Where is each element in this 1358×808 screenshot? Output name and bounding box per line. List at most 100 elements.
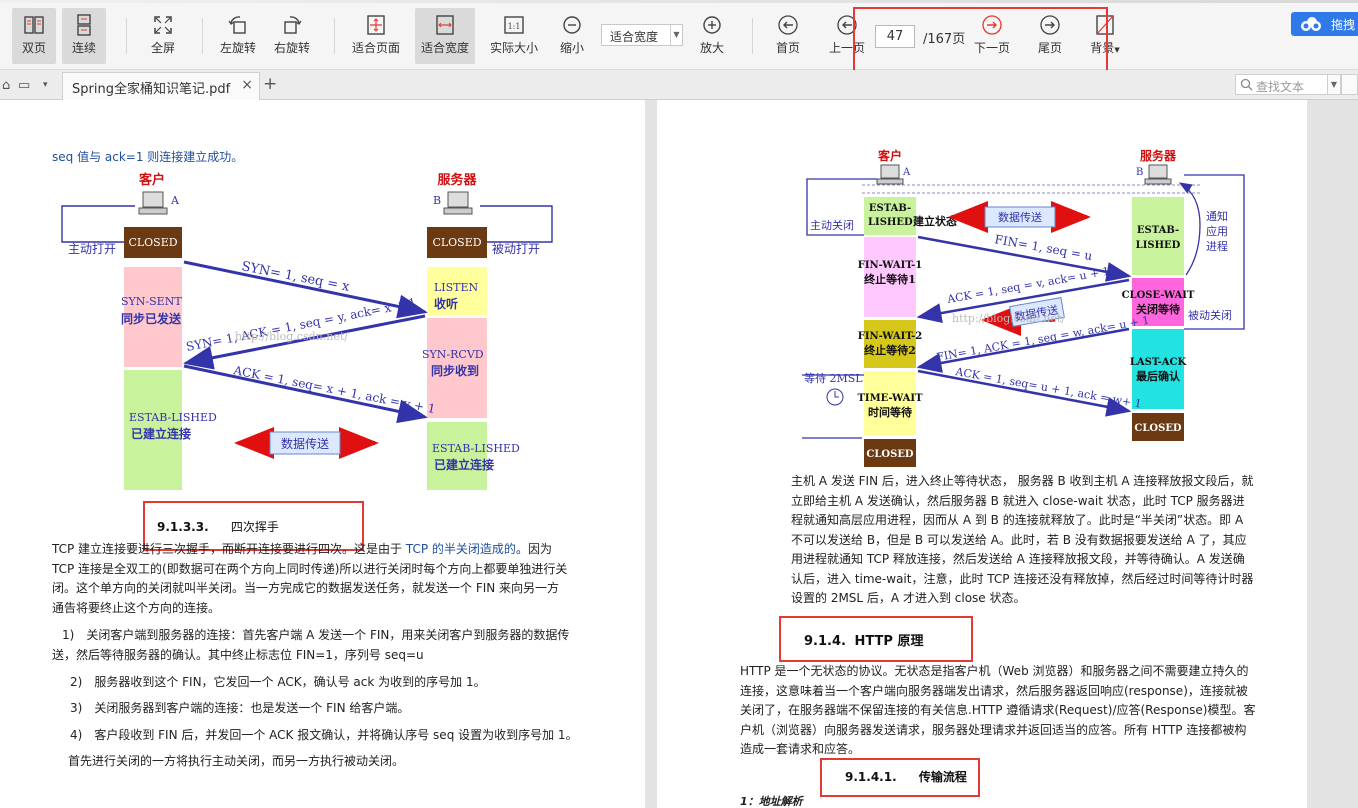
zoom-out-icon — [563, 16, 581, 34]
tab-document-title: Spring全家桶知识笔记.pdf — [72, 82, 231, 97]
continuous-button[interactable]: 连续 — [62, 8, 106, 64]
zoom-out-button[interactable]: 缩小 — [552, 8, 592, 64]
section-title: 四次挥手 — [230, 520, 279, 534]
tab-document[interactable]: Spring全家桶知识笔记.pdf × — [62, 72, 260, 100]
prev-page-icon — [837, 15, 857, 35]
listen-label: LISTEN — [434, 281, 479, 294]
print-icon[interactable]: ▭ — [18, 78, 30, 93]
fit-page-label: 适合页面 — [351, 41, 400, 55]
toolbar-separator — [202, 18, 203, 54]
zoom-in-button[interactable]: 放大 — [692, 8, 732, 64]
continuous-icon — [77, 14, 91, 36]
background-button[interactable]: 背景▼ — [1084, 8, 1126, 64]
cloud-button-label: 拖拽 — [1331, 18, 1356, 32]
list-item: 2) 服务器收到这个 FIN，它发回一个 ACK，确认号 ack 为收到的序号加… — [70, 675, 486, 689]
active-close-label: 主动关闭 — [810, 218, 854, 232]
tcp-teardown-diagram: 客户 服务器 A B ESTAB- LISHED 建立状态 FIN-WAIT-1… — [802, 148, 1245, 467]
page-number-input[interactable]: 47 — [875, 25, 915, 48]
section-heading: 9.1.4. HTTP 原理 — [804, 630, 923, 649]
syn-sent-label: SYN-SENT — [121, 295, 182, 308]
fin-wait-2-cn-label: 终止等待2 — [864, 343, 916, 357]
zoom-select[interactable]: 适合宽度 ▼ — [601, 24, 683, 46]
prev-page-button[interactable]: 上一页 — [824, 8, 870, 64]
cloud-icon — [1301, 17, 1321, 31]
double-page-button[interactable]: 双页 — [12, 8, 56, 64]
section-heading: 9.1.4.1. 传输流程 — [845, 768, 967, 785]
search-input[interactable]: 查找文本 — [1235, 74, 1335, 95]
ack-message-label: ACK = 1, seq= x + 1, ack = y + 1 — [231, 363, 436, 416]
computer-icon — [876, 164, 904, 185]
established-label: ESTAB- — [1137, 225, 1179, 236]
actual-size-icon: 1:1 — [504, 16, 524, 34]
established-label: ESTAB-LISHED — [432, 442, 520, 455]
syn-sent-cn-label: 同步已发送 — [121, 311, 182, 326]
notify-app-label: 通知 — [1206, 209, 1228, 223]
search-placeholder: 查找文本 — [1256, 80, 1305, 94]
wait-2msl-label: 等待 2MSL — [804, 371, 863, 385]
quick-menu-icon[interactable]: ▾ — [43, 80, 48, 90]
paragraph-link[interactable]: TCP 的半关闭造成的 — [406, 542, 516, 556]
time-wait-label: TIME-WAIT — [857, 393, 923, 404]
fit-page-icon — [367, 15, 385, 35]
clock-icon — [826, 388, 844, 406]
background-label: 背景▼ — [1084, 39, 1126, 56]
page-text-line: 首先进行关闭的一方将执行主动关闭，而另一方执行被动关闭。 — [68, 754, 405, 768]
actual-size-label: 实际大小 — [489, 41, 538, 55]
toolbar-separator — [334, 18, 335, 54]
paragraph: TCP 建立连接要进行三次握手，而断开连接要进行四次。这是由于 TCP 的半关闭… — [52, 540, 570, 618]
fin-wait-1-label: FIN-WAIT-1 — [858, 260, 922, 271]
zoom-select-value: 适合宽度 — [610, 30, 659, 44]
fit-width-button[interactable]: 适合宽度 — [415, 8, 475, 64]
search-options-icon[interactable]: ▼ — [1327, 74, 1341, 95]
fullscreen-icon — [154, 16, 172, 34]
host-b-label: B — [1136, 167, 1143, 178]
main-toolbar: 双页 连续 全屏 左旋转 右旋转 适合页面 适合宽度 1:1 实际大小 缩小 适… — [0, 0, 1358, 78]
rotate-right-label: 右旋转 — [273, 41, 310, 55]
rotate-right-icon — [284, 16, 302, 34]
chevron-down-icon[interactable]: ▼ — [670, 25, 682, 45]
host-b-label: B — [433, 194, 441, 207]
closed-state-label: CLOSED — [128, 236, 177, 249]
pdf-reader-window: 双页 连续 全屏 左旋转 右旋转 适合页面 适合宽度 1:1 实际大小 缩小 适… — [0, 0, 1358, 808]
last-ack-message-label: ACK = 1, seq= u + 1, ack = w+ 1 — [953, 365, 1142, 411]
first-page-button[interactable]: 首页 — [768, 8, 808, 64]
closed-state-label: CLOSED — [432, 236, 481, 249]
close-icon[interactable]: × — [241, 77, 253, 93]
time-wait-cn-label: 时间等待 — [868, 405, 912, 419]
ack-arrow — [183, 364, 428, 424]
syn-rcvd-cn-label: 同步收到 — [431, 363, 479, 378]
listen-cn-label: 收听 — [434, 296, 458, 311]
last-page-button[interactable]: 尾页 — [1030, 8, 1070, 64]
search-go-button[interactable] — [1341, 74, 1358, 95]
zoom-out-label: 缩小 — [559, 41, 584, 55]
fin-wait-2-label: FIN-WAIT-2 — [858, 331, 922, 342]
computer-icon — [138, 191, 168, 215]
vertical-scroll-area[interactable] — [1308, 100, 1358, 808]
next-page-button[interactable]: 下一页 — [970, 8, 1014, 64]
list-item: 1) 关闭客户端到服务器的连接：首先客户端 A 发送一个 FIN，用来关闭客户到… — [52, 628, 570, 662]
established-label: LISHED — [1136, 240, 1181, 251]
rotate-left-button[interactable]: 左旋转 — [216, 8, 260, 64]
section-title: HTTP 原理 — [854, 634, 924, 649]
page-text-line: seq 值与 ack=1 则连接建立成功。 — [52, 150, 244, 164]
fit-page-button[interactable]: 适合页面 — [348, 8, 404, 64]
double-page-label: 双页 — [21, 41, 46, 55]
add-tab-icon[interactable]: + — [263, 74, 277, 94]
established-label: LISHED — [868, 217, 913, 228]
last-ack-label: LAST-ACK — [1130, 357, 1187, 368]
background-icon — [1096, 15, 1114, 35]
actual-size-button[interactable]: 1:1 实际大小 — [486, 8, 542, 64]
data-transfer-label: 数据传送 — [281, 436, 329, 451]
fullscreen-button[interactable]: 全屏 — [141, 8, 185, 64]
established-cn-label: 已建立连接 — [434, 457, 494, 472]
syn-message-label: SYN= 1, seq = x — [240, 259, 351, 295]
paragraph: HTTP 是一个无状态的协议。无状态是指客户机（Web 浏览器）和服务器之间不需… — [740, 664, 1256, 756]
rotate-right-button[interactable]: 右旋转 — [270, 8, 314, 64]
established-cn-label: 已建立连接 — [131, 426, 191, 441]
cloud-drag-button[interactable]: 拖拽 — [1291, 12, 1358, 36]
ack-message-label: ACK = 1, seq = v, ack= u + 1 — [945, 265, 1110, 307]
computer-icon — [1144, 164, 1172, 185]
chevron-down-icon: ▼ — [1114, 46, 1120, 54]
home-icon[interactable]: ⌂ — [2, 78, 10, 93]
paragraph: 主机 A 发送 FIN 后，进入终止等待状态， 服务器 B 收到主机 A 连接释… — [791, 474, 1254, 605]
